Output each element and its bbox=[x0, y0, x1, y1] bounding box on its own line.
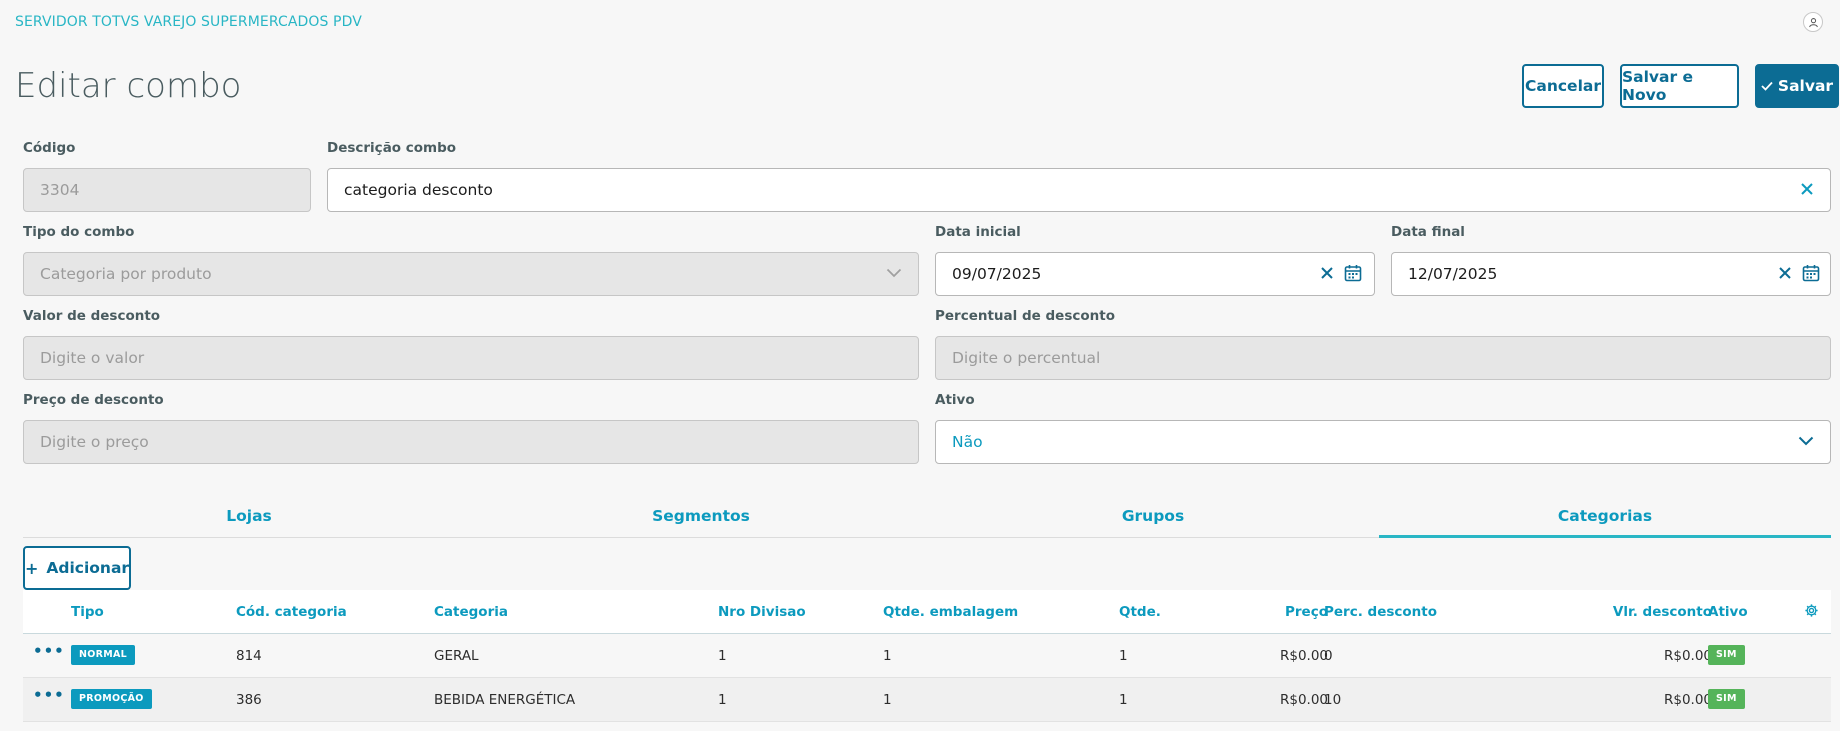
preco-desconto-input: Digite o preço bbox=[23, 420, 919, 464]
col-tipo[interactable]: Tipo bbox=[71, 604, 104, 620]
cell-divisao: 1 bbox=[718, 648, 727, 664]
cell-perc: 10 bbox=[1324, 692, 1342, 708]
page-title: Editar combo bbox=[15, 66, 242, 106]
col-perc-desconto[interactable]: Perc. desconto bbox=[1324, 604, 1437, 620]
descricao-value: categoria desconto bbox=[344, 181, 493, 199]
save-and-new-button[interactable]: Salvar e Novo bbox=[1620, 64, 1739, 108]
codigo-value: 3304 bbox=[40, 181, 80, 199]
ativo-badge: SIM bbox=[1708, 689, 1745, 709]
descricao-input[interactable]: categoria desconto bbox=[327, 168, 1831, 212]
col-categoria[interactable]: Categoria bbox=[434, 604, 508, 620]
cell-embalagem: 1 bbox=[883, 648, 892, 664]
add-button-label: Adicionar bbox=[46, 559, 130, 577]
cell-categoria: BEBIDA ENERGÉTICA bbox=[434, 692, 576, 708]
col-nro-divisao[interactable]: Nro Divisao bbox=[718, 604, 806, 620]
data-final-input[interactable]: 12/07/2025 bbox=[1391, 252, 1831, 296]
tab-grupos[interactable]: Grupos bbox=[927, 498, 1379, 538]
ativo-value: Não bbox=[952, 433, 983, 451]
cell-embalagem: 1 bbox=[883, 692, 892, 708]
cell-cod: 386 bbox=[236, 692, 262, 708]
tipo-value: Categoria por produto bbox=[40, 265, 212, 283]
calendar-icon[interactable] bbox=[1344, 264, 1362, 282]
cell-categoria: GERAL bbox=[434, 648, 479, 664]
tab-lojas[interactable]: Lojas bbox=[23, 498, 475, 538]
ativo-select[interactable]: Não bbox=[935, 420, 1831, 464]
codigo-label: Código bbox=[23, 140, 76, 156]
chevron-down-icon bbox=[1798, 436, 1814, 446]
cancel-button[interactable]: Cancelar bbox=[1522, 64, 1604, 108]
clear-icon[interactable] bbox=[1800, 182, 1814, 196]
preco-desconto-label: Preço de desconto bbox=[23, 392, 164, 408]
preco-desconto-placeholder: Digite o preço bbox=[40, 433, 149, 451]
add-button[interactable]: + Adicionar bbox=[23, 546, 131, 590]
valor-desconto-input: Digite o valor bbox=[23, 336, 919, 380]
col-ativo[interactable]: Ativo bbox=[1708, 604, 1748, 620]
tipo-badge: PROMOÇÃO bbox=[71, 689, 152, 709]
ativo-badge: SIM bbox=[1708, 645, 1745, 665]
valor-desconto-placeholder: Digite o valor bbox=[40, 349, 145, 367]
save-button-label: Salvar bbox=[1777, 77, 1834, 95]
tab-bar: Lojas Segmentos Grupos Categorias bbox=[23, 498, 1831, 538]
data-final-value: 12/07/2025 bbox=[1408, 265, 1498, 283]
clear-icon[interactable] bbox=[1320, 266, 1334, 280]
cell-vlr: R$0.00 bbox=[1663, 692, 1712, 708]
table-header: Tipo Cód. categoria Categoria Nro Divisa… bbox=[23, 590, 1831, 634]
cell-divisao: 1 bbox=[718, 692, 727, 708]
cell-preco: R$0.00 bbox=[1279, 692, 1328, 708]
tipo-select: Categoria por produto bbox=[23, 252, 919, 296]
data-final-label: Data final bbox=[1391, 224, 1465, 240]
cell-perc: 0 bbox=[1324, 648, 1333, 664]
row-actions-icon[interactable]: ••• bbox=[33, 644, 65, 659]
percentual-desconto-label: Percentual de desconto bbox=[935, 308, 1115, 324]
cell-qtde: 1 bbox=[1119, 648, 1128, 664]
chevron-down-icon bbox=[886, 268, 902, 278]
calendar-icon[interactable] bbox=[1802, 264, 1820, 282]
tab-segmentos[interactable]: Segmentos bbox=[475, 498, 927, 538]
gear-icon[interactable] bbox=[1804, 603, 1819, 618]
tipo-label: Tipo do combo bbox=[23, 224, 135, 240]
col-preco[interactable]: Preço bbox=[1243, 604, 1328, 620]
tab-categorias[interactable]: Categorias bbox=[1379, 498, 1831, 538]
top-bar: SERVIDOR TOTVS VAREJO SUPERMERCADOS PDV bbox=[0, 0, 1840, 44]
table-row[interactable]: ••• NORMAL 814 GERAL 1 1 1 R$0.00 0 R$0.… bbox=[23, 634, 1831, 678]
col-vlr-desconto[interactable]: Vlr. desconto bbox=[1543, 604, 1712, 620]
clear-icon[interactable] bbox=[1778, 266, 1792, 280]
data-inicial-input[interactable]: 09/07/2025 bbox=[935, 252, 1375, 296]
check-icon bbox=[1761, 81, 1773, 91]
valor-desconto-label: Valor de desconto bbox=[23, 308, 161, 324]
descricao-label: Descrição combo bbox=[327, 140, 457, 156]
cell-vlr: R$0.00 bbox=[1663, 648, 1712, 664]
ativo-label: Ativo bbox=[935, 392, 975, 408]
col-qtde-embalagem[interactable]: Qtde. embalagem bbox=[883, 604, 1018, 620]
data-inicial-label: Data inicial bbox=[935, 224, 1021, 240]
data-inicial-value: 09/07/2025 bbox=[952, 265, 1042, 283]
cancel-button-label: Cancelar bbox=[1525, 77, 1601, 95]
app-title: SERVIDOR TOTVS VAREJO SUPERMERCADOS PDV bbox=[15, 14, 362, 30]
table-row[interactable]: ••• PROMOÇÃO 386 BEBIDA ENERGÉTICA 1 1 1… bbox=[23, 678, 1831, 722]
tipo-badge: NORMAL bbox=[71, 645, 136, 665]
user-icon[interactable] bbox=[1803, 12, 1823, 32]
codigo-field: 3304 bbox=[23, 168, 311, 212]
save-button[interactable]: Salvar bbox=[1755, 64, 1839, 108]
plus-icon: + bbox=[24, 558, 39, 578]
col-cod-categoria[interactable]: Cód. categoria bbox=[236, 604, 347, 620]
row-actions-icon[interactable]: ••• bbox=[33, 688, 65, 703]
col-qtde[interactable]: Qtde. bbox=[1119, 604, 1161, 620]
cell-qtde: 1 bbox=[1119, 692, 1128, 708]
cell-cod: 814 bbox=[236, 648, 262, 664]
categories-table: Tipo Cód. categoria Categoria Nro Divisa… bbox=[23, 590, 1831, 722]
save-and-new-button-label: Salvar e Novo bbox=[1622, 68, 1694, 104]
cell-preco: R$0.00 bbox=[1279, 648, 1328, 664]
percentual-desconto-placeholder: Digite o percentual bbox=[952, 349, 1101, 367]
percentual-desconto-input: Digite o percentual bbox=[935, 336, 1831, 380]
